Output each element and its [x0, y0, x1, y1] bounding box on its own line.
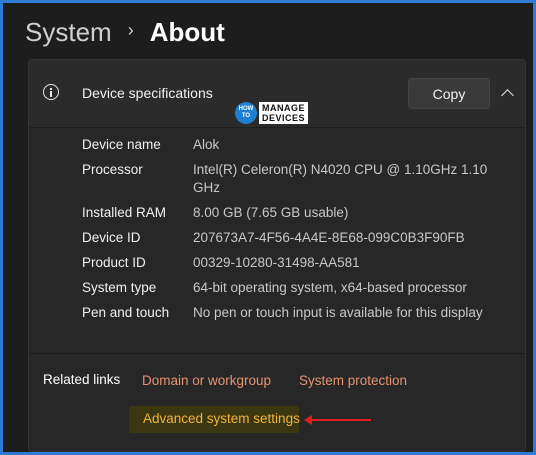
breadcrumb: System › About [25, 15, 225, 49]
spec-value: No pen or touch input is available for t… [193, 305, 483, 320]
spec-value: Alok [193, 137, 220, 152]
copy-button[interactable]: Copy [408, 78, 490, 109]
logo-badge-line2: TO [241, 113, 251, 119]
chevron-right-icon: › [127, 20, 134, 40]
spec-label: Processor [82, 162, 143, 177]
system-protection-link[interactable]: System protection [299, 373, 407, 388]
device-specifications-header[interactable]: Device specifications HOW TO MANAGE DEVI… [29, 60, 525, 128]
spec-value: Intel(R) Celeron(R) N4020 CPU @ 1.10GHz … [193, 162, 488, 195]
spec-row-system-type: System type 64-bit operating system, x64… [82, 279, 512, 297]
spec-label: System type [82, 280, 157, 295]
breadcrumb-system[interactable]: System [25, 15, 112, 49]
advanced-system-settings-link[interactable]: Advanced system settings [143, 411, 300, 426]
logo-words-line1: MANAGE [262, 103, 305, 113]
spec-row-device-name: Device name Alok [82, 136, 512, 154]
info-icon [43, 84, 59, 100]
divider [29, 353, 525, 354]
spec-value: 8.00 GB (7.65 GB usable) [193, 205, 349, 220]
logo-badge: HOW TO [235, 102, 257, 124]
device-specifications-title: Device specifications [82, 85, 213, 101]
spec-label: Product ID [82, 255, 146, 270]
page-title: About [149, 17, 225, 47]
related-links-label: Related links [43, 372, 121, 387]
device-specifications-panel: Device specifications HOW TO MANAGE DEVI… [28, 59, 526, 452]
logo-badge-line1: HOW [238, 106, 254, 112]
spec-value: 64-bit operating system, x64-based proce… [193, 280, 467, 295]
domain-or-workgroup-link[interactable]: Domain or workgroup [142, 373, 271, 388]
logo-words: MANAGE DEVICES [259, 102, 309, 124]
spec-row-pen-and-touch: Pen and touch No pen or touch input is a… [82, 304, 512, 322]
spec-row-device-id: Device ID 207673A7-4F56-4A4E-8E68-099C0B… [82, 229, 512, 247]
window-frame: System › About Device specifications HOW… [0, 0, 536, 455]
spec-row-processor: Processor Intel(R) Celeron(R) N4020 CPU … [82, 161, 512, 197]
how-to-manage-devices-logo: HOW TO MANAGE DEVICES [235, 102, 363, 124]
logo-words-line2: DEVICES [262, 113, 306, 123]
spec-value: 00329-10280-31498-AA581 [193, 255, 360, 270]
spec-label: Device name [82, 137, 161, 152]
chevron-up-icon[interactable] [501, 89, 514, 102]
spec-label: Pen and touch [82, 305, 170, 320]
specs-list: Device name Alok Processor Intel(R) Cele… [82, 136, 512, 329]
spec-value: 207673A7-4F56-4A4E-8E68-099C0B3F90FB [193, 230, 465, 245]
annotation-arrow-icon [304, 415, 371, 425]
spec-label: Device ID [82, 230, 141, 245]
spec-label: Installed RAM [82, 205, 167, 220]
spec-row-product-id: Product ID 00329-10280-31498-AA581 [82, 254, 512, 272]
spec-row-installed-ram: Installed RAM 8.00 GB (7.65 GB usable) [82, 204, 512, 222]
